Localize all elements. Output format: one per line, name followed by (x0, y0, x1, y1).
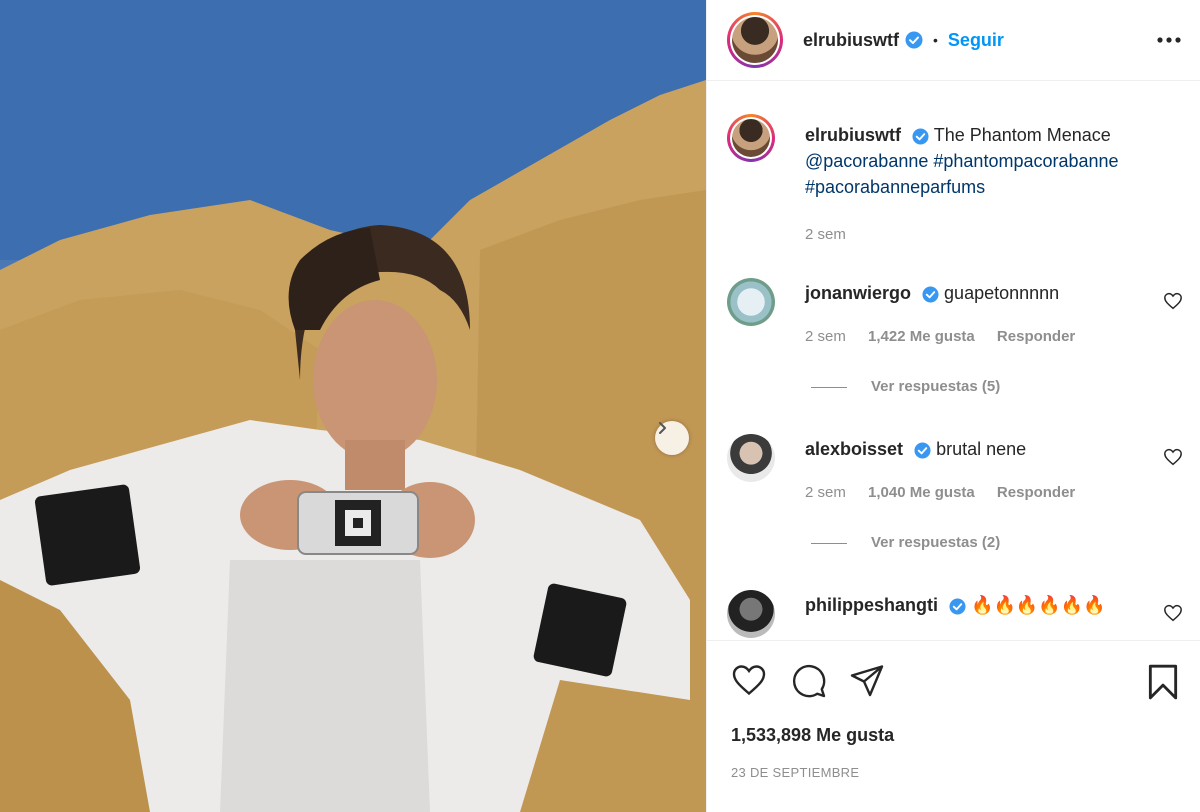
header-separator: • (933, 32, 938, 48)
heart-icon[interactable] (731, 663, 767, 697)
post-date: 23 DE SEPTIEMBRE (731, 765, 860, 780)
share-icon[interactable] (849, 663, 885, 697)
comments-section[interactable]: elrubiuswtf The Phantom Menace @pacoraba… (707, 82, 1200, 640)
author-avatar[interactable] (727, 12, 783, 68)
commenter-avatar[interactable] (727, 278, 775, 326)
next-photo-button[interactable] (655, 421, 689, 455)
verified-badge-icon (949, 598, 966, 615)
verified-badge-icon (922, 286, 939, 303)
chevron-right-icon (659, 422, 666, 434)
commenter-avatar[interactable] (727, 434, 775, 482)
verified-badge-icon (914, 442, 931, 459)
comment-username[interactable]: philippeshangti (805, 595, 938, 615)
likes-label: Me gusta (816, 725, 895, 745)
comment-likes[interactable]: 1,422 Me gusta (868, 328, 975, 345)
likes-count[interactable]: 1,533,898 Me gusta (731, 725, 894, 746)
heart-icon[interactable] (1163, 448, 1183, 466)
comment-likes[interactable]: 1,040 Me gusta (868, 484, 975, 501)
view-replies-label: Ver respuestas (5) (871, 378, 1001, 395)
reply-button[interactable]: Responder (997, 484, 1075, 501)
view-replies-button[interactable]: Ver respuestas (2) (811, 530, 1149, 556)
comment-text: guapetonnnnn (944, 283, 1060, 303)
likes-number: 1,533,898 (731, 725, 812, 745)
caption-hashtag[interactable]: #phantompacorabanne (933, 151, 1118, 171)
commenter-avatar[interactable] (727, 590, 775, 638)
caption-hashtag[interactable]: #pacorabanneparfums (805, 177, 985, 197)
caption-mention[interactable]: @pacorabanne (805, 151, 928, 171)
view-replies-button[interactable]: Ver respuestas (5) (811, 374, 1149, 400)
heart-icon[interactable] (1163, 604, 1183, 622)
caption-avatar[interactable] (727, 114, 775, 162)
comment-text: 🔥🔥🔥🔥🔥🔥 (971, 595, 1106, 615)
caption-text: The Phantom Menace (933, 125, 1111, 145)
comment-username[interactable]: jonanwiergo (805, 283, 911, 303)
comment-time: 2 sem (805, 328, 846, 345)
author-username[interactable]: elrubiuswtf (803, 30, 899, 51)
reply-button[interactable]: Responder (997, 328, 1075, 345)
caption-time: 2 sem (805, 226, 846, 243)
comment-username[interactable]: alexboisset (805, 439, 903, 459)
photo-illustration (0, 0, 706, 812)
post-panel: elrubiuswtf • Seguir elrubiuswtf The Pha… (706, 0, 1200, 812)
heart-icon[interactable] (1163, 292, 1183, 310)
verified-badge-icon (912, 128, 929, 145)
verified-badge-icon (905, 31, 923, 49)
post-actions: 1,533,898 Me gusta 23 DE SEPTIEMBRE (707, 640, 1200, 812)
post-header: elrubiuswtf • Seguir (707, 0, 1200, 81)
comment-time: 2 sem (805, 484, 846, 501)
view-replies-label: Ver respuestas (2) (871, 534, 1001, 551)
comment-text: brutal nene (936, 439, 1027, 459)
caption-username[interactable]: elrubiuswtf (805, 125, 901, 145)
post-photo[interactable] (0, 0, 706, 812)
comment-icon[interactable] (791, 663, 827, 699)
bookmark-icon[interactable] (1147, 663, 1179, 701)
follow-button[interactable]: Seguir (948, 30, 1004, 51)
more-options-icon[interactable] (1156, 36, 1182, 44)
